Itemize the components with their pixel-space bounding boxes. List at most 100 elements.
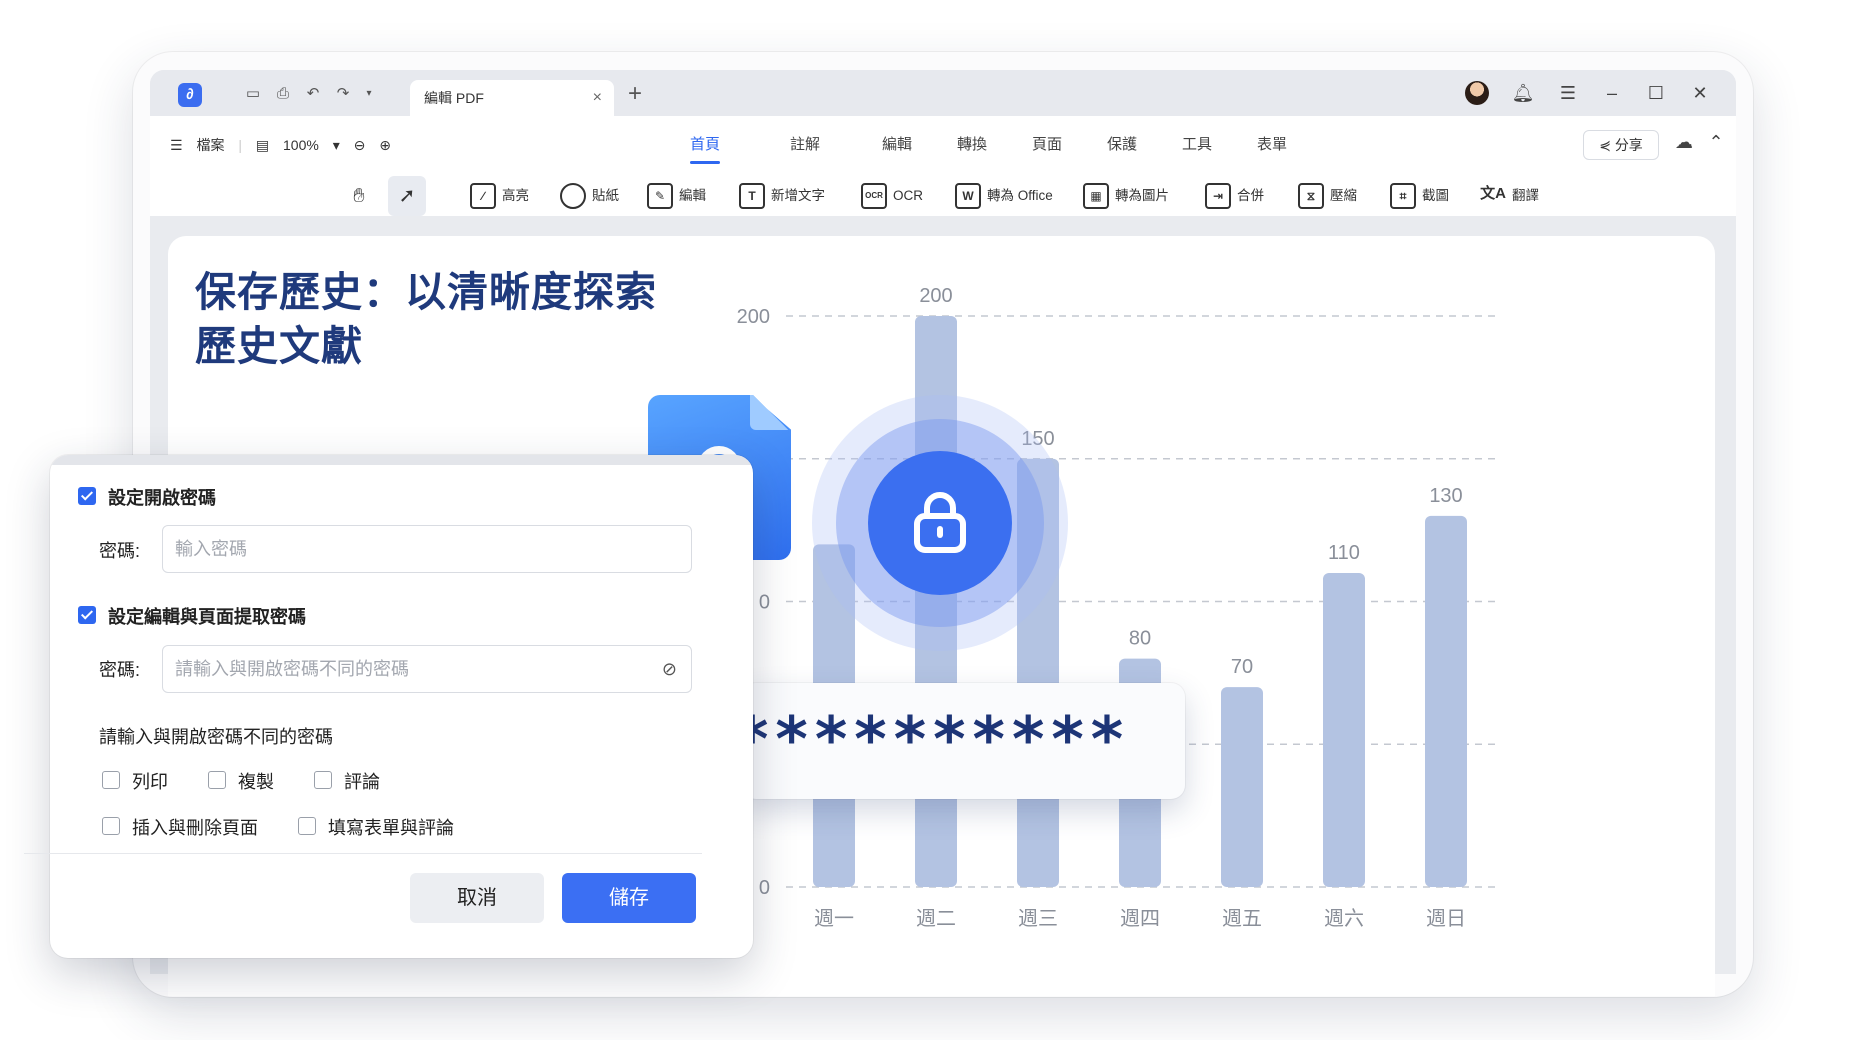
close-window-icon[interactable]: ✕ <box>1687 81 1713 105</box>
tool-merge[interactable]: ⇥ 合併 <box>1205 176 1264 216</box>
tool-label: 截圖 <box>1422 188 1449 203</box>
minimize-icon[interactable]: – <box>1599 81 1625 105</box>
tool-compress[interactable]: ⧖ 壓縮 <box>1298 176 1357 216</box>
highlight-icon: ∕ <box>470 183 496 210</box>
document-tab[interactable]: 編輯 PDF × <box>410 80 614 116</box>
tab-close-icon[interactable]: × <box>593 80 602 116</box>
tool-ocr[interactable]: OCR OCR <box>861 176 923 216</box>
document-title: 保存歷史：以清晰度探索 歷史文獻 <box>195 265 755 373</box>
title-line-2: 歷史文獻 <box>195 323 363 369</box>
zoom-dropdown-icon[interactable]: ▾ <box>333 137 340 153</box>
collapse-icon[interactable]: ⌃ <box>1703 130 1729 154</box>
tab-protect[interactable]: 保護 <box>1107 130 1137 160</box>
save-button[interactable]: 儲存 <box>562 873 696 923</box>
divider: | <box>238 137 242 153</box>
merge-icon: ⇥ <box>1205 183 1231 210</box>
tool-label: 編輯 <box>679 188 706 203</box>
zoom-out-icon[interactable]: ⊖ <box>354 137 366 153</box>
menu-row: ☰ 檔案 | ▤ 100% ▾ ⊖ ⊕ 首頁 註解 編輯 轉換 頁面 保護 工具… <box>150 130 1736 164</box>
tab-edit[interactable]: 編輯 <box>882 130 912 160</box>
zoom-in-icon[interactable]: ⊕ <box>379 137 391 153</box>
print-icon[interactable]: ⎙ <box>272 84 294 104</box>
tab-forms[interactable]: 表單 <box>1257 130 1287 160</box>
tool-add-text[interactable]: T 新增文字 <box>739 176 825 216</box>
open-password-input[interactable]: 輸入密碼 <box>162 525 692 573</box>
permission-checkbox-print[interactable] <box>102 771 120 789</box>
tool-label: 新增文字 <box>771 188 825 203</box>
tool-label: OCR <box>893 188 923 203</box>
eye-off-icon[interactable]: ⊘ <box>662 646 677 692</box>
password-field-graphic: ********** <box>742 683 1185 799</box>
tool-label: 轉為圖片 <box>1115 188 1169 203</box>
bell-icon[interactable]: 🔔︎ <box>1510 81 1536 105</box>
tab-convert[interactable]: 轉換 <box>957 130 987 160</box>
cloud-icon[interactable]: ☁ <box>1671 130 1697 154</box>
tool-sticker[interactable]: 貼紙 <box>560 176 619 216</box>
permission-checkbox-fill-forms[interactable] <box>298 817 316 835</box>
tab-title: 編輯 PDF <box>424 90 484 106</box>
permission-checkbox-insert-delete[interactable] <box>102 817 120 835</box>
avatar[interactable] <box>1465 81 1489 105</box>
to-office-icon: W <box>955 183 981 210</box>
new-tab-icon[interactable]: + <box>628 82 642 106</box>
permission-checkbox-copy[interactable] <box>208 771 226 789</box>
cancel-button[interactable]: 取消 <box>410 873 544 923</box>
tool-to-image[interactable]: ▦ 轉為圖片 <box>1083 176 1169 216</box>
edit-password-placeholder: 請輸入與開啟密碼不同的密碼 <box>175 659 409 679</box>
translate-icon: 文A <box>1480 185 1506 203</box>
tab-annotate[interactable]: 註解 <box>790 130 820 160</box>
compress-icon: ⧖ <box>1298 183 1324 210</box>
tab-page[interactable]: 頁面 <box>1032 130 1062 160</box>
open-password-field-label: 密碼: <box>99 541 141 561</box>
quick-access-dropdown-icon[interactable]: ▾ <box>358 84 380 104</box>
tool-translate[interactable]: 文A 翻譯 <box>1480 176 1539 216</box>
zoom-select[interactable]: 100% <box>283 137 319 153</box>
tool-label: 高亮 <box>502 188 529 203</box>
edit-icon: ✎ <box>647 183 673 210</box>
tab-tools[interactable]: 工具 <box>1182 130 1212 160</box>
dialog-divider <box>24 853 702 854</box>
title-bar: ∂ ▭ ⎙ ↶ ↷ ▾ 編輯 PDF × + 🔔︎ ☰ – ☐ ✕ <box>150 70 1736 116</box>
dialog-top-strip <box>50 455 753 465</box>
open-password-placeholder: 輸入密碼 <box>175 539 247 559</box>
redo-icon[interactable]: ↷ <box>332 84 354 104</box>
to-image-icon: ▦ <box>1083 183 1109 210</box>
title-line-1: 保存歷史：以清晰度探索 <box>195 269 657 315</box>
sticker-icon <box>560 183 586 210</box>
permission-checkbox-comment[interactable] <box>314 771 332 789</box>
tab-home[interactable]: 首頁 <box>690 130 721 164</box>
tool-label: 合併 <box>1237 188 1264 203</box>
edit-password-checkbox[interactable] <box>78 606 96 624</box>
open-password-label: 設定開啟密碼 <box>108 488 216 508</box>
edit-password-label: 設定編輯與頁面提取密碼 <box>108 607 306 627</box>
menu-left: ☰ 檔案 | ▤ 100% ▾ ⊖ ⊕ <box>170 130 401 160</box>
tool-highlight[interactable]: ∕ 高亮 <box>470 176 529 216</box>
permission-insert-delete-label: 插入與刪除頁面 <box>132 818 258 838</box>
tool-label: 壓縮 <box>1330 188 1357 203</box>
save-icon[interactable]: ▭ <box>242 84 264 104</box>
hand-icon[interactable]: ✋︎ <box>340 176 378 216</box>
maximize-icon[interactable]: ☐ <box>1643 81 1669 105</box>
page-icon[interactable]: ▤ <box>256 137 269 153</box>
tool-screenshot[interactable]: ⌗ 截圖 <box>1390 176 1449 216</box>
app-logo-icon: ∂ <box>178 83 202 107</box>
ocr-icon: OCR <box>861 183 887 210</box>
menu-icon[interactable]: ☰ <box>1555 81 1581 105</box>
masked-password: ********** <box>742 703 1131 776</box>
permission-fill-forms-label: 填寫表單與評論 <box>328 818 454 838</box>
tool-edit[interactable]: ✎ 編輯 <box>647 176 706 216</box>
edit-password-input[interactable]: 請輸入與開啟密碼不同的密碼 ⊘ <box>162 645 692 693</box>
tool-to-office[interactable]: W 轉為 Office <box>955 176 1053 216</box>
tool-label: 翻譯 <box>1512 188 1539 203</box>
permission-copy-label: 複製 <box>238 772 274 792</box>
share-button[interactable]: ⋞ 分享 <box>1583 130 1659 160</box>
undo-icon[interactable]: ↶ <box>302 84 324 104</box>
permission-comment-label: 評論 <box>344 772 380 792</box>
select-icon[interactable]: ➚ <box>388 176 426 216</box>
add-text-icon: T <box>739 183 765 210</box>
file-menu[interactable]: 檔案 <box>196 137 224 153</box>
edit-password-field-label: 密碼: <box>99 660 141 680</box>
hamburger-icon[interactable]: ☰ <box>170 137 183 153</box>
open-password-checkbox[interactable] <box>78 487 96 505</box>
tools-row: ✋︎ ➚ ∕ 高亮 貼紙 ✎ 編輯 T 新增文字 OCR OCR W 轉為 Office … <box>150 176 1736 216</box>
